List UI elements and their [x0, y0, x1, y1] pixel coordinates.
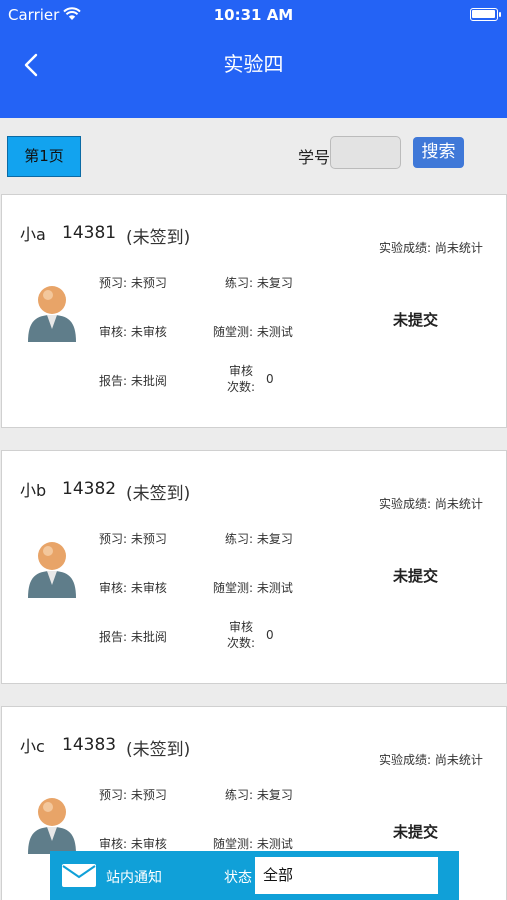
student-name: 小a [20, 225, 46, 244]
submission-status: 未提交 [393, 311, 439, 329]
state-select[interactable]: 全部 [255, 857, 438, 894]
review-status: 审核: 未审核 [99, 837, 167, 851]
review-count-label: 审核次数: [227, 619, 255, 651]
student-card[interactable]: 小a 14381 (未签到) 实验成绩: 尚未统计 预习: 未预习 练习: 未复… [1, 194, 507, 428]
review-count-label: 审核次数: [227, 363, 255, 395]
avatar-icon [28, 542, 76, 598]
practice-status: 练习: 未复习 [225, 276, 293, 290]
status-bar: Carrier 10:31 AM [0, 4, 507, 26]
toolbar: 第1页 学号 搜索 [0, 118, 507, 194]
grade-status: 实验成绩: 尚未统计 [379, 497, 483, 511]
student-id-label: 学号 [298, 148, 331, 167]
avatar-icon [28, 798, 76, 854]
battery-icon [470, 8, 501, 21]
submission-status: 未提交 [393, 567, 439, 585]
report-status: 报告: 未批阅 [99, 374, 167, 388]
mail-icon[interactable] [62, 864, 96, 887]
review-count-label-1: 审核 [229, 364, 254, 378]
search-button[interactable]: 搜索 [413, 137, 464, 168]
review-count-label-1: 审核 [229, 620, 254, 634]
student-id-input[interactable] [330, 136, 401, 169]
page-title: 实验四 [223, 52, 284, 76]
preview-status: 预习: 未预习 [99, 788, 167, 802]
practice-status: 练习: 未复习 [225, 532, 293, 546]
quiz-status: 随堂测: 未测试 [213, 325, 293, 339]
review-count-value: 0 [266, 372, 274, 386]
student-name: 小b [20, 481, 47, 500]
state-label: 状态 [224, 870, 252, 886]
page-button[interactable]: 第1页 [7, 136, 81, 177]
checkin-status: (未签到) [126, 484, 191, 504]
nav-bar: Carrier 10:31 AM 实验四 [0, 0, 507, 118]
student-id: 14383 [62, 735, 117, 755]
notice-link[interactable]: 站内通知 [106, 867, 162, 887]
review-count-label-2: 次数: [227, 636, 256, 650]
student-id: 14381 [62, 223, 117, 243]
practice-status: 练习: 未复习 [225, 788, 293, 802]
report-status: 报告: 未批阅 [99, 630, 167, 644]
checkin-status: (未签到) [126, 228, 191, 248]
bottom-bar: 站内通知 状态 全部 [50, 851, 459, 900]
grade-status: 实验成绩: 尚未统计 [379, 753, 483, 767]
student-name: 小c [20, 737, 45, 756]
preview-status: 预习: 未预习 [99, 276, 167, 290]
review-status: 审核: 未审核 [99, 581, 167, 595]
preview-status: 预习: 未预习 [99, 532, 167, 546]
checkin-status: (未签到) [126, 740, 191, 760]
grade-status: 实验成绩: 尚未统计 [379, 241, 483, 255]
student-id: 14382 [62, 479, 117, 499]
avatar-icon [28, 286, 76, 342]
review-status: 审核: 未审核 [99, 325, 167, 339]
status-time: 10:31 AM [213, 6, 294, 24]
review-count-value: 0 [266, 628, 274, 642]
submission-status: 未提交 [393, 823, 439, 841]
quiz-status: 随堂测: 未测试 [213, 581, 293, 595]
review-count-label-2: 次数: [227, 380, 256, 394]
quiz-status: 随堂测: 未测试 [213, 837, 293, 851]
student-card[interactable]: 小b 14382 (未签到) 实验成绩: 尚未统计 预习: 未预习 练习: 未复… [1, 450, 507, 684]
